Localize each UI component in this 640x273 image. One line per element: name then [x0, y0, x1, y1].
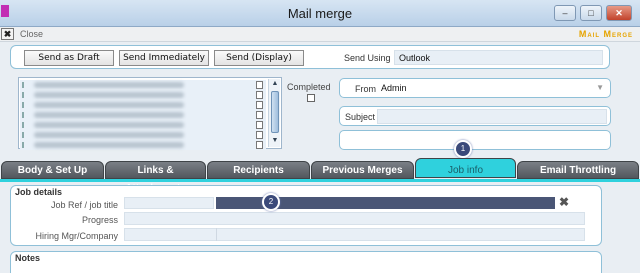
row-marker-icon: [22, 132, 27, 138]
from-label: From: [355, 84, 376, 94]
row-redacted-text: [34, 112, 184, 118]
row-redacted-text: [34, 122, 184, 128]
tab-previous-merges[interactable]: Previous Merges: [311, 161, 414, 179]
completed-label: Completed: [287, 82, 331, 92]
row-redacted-text: [34, 142, 184, 148]
scroll-down-icon[interactable]: ▼: [271, 137, 279, 145]
send-display-button[interactable]: Send (Display): [214, 50, 304, 66]
send-toolbar: Send as Draft Send Immediately Send (Dis…: [10, 45, 610, 69]
step-badge-1: 1: [454, 140, 472, 158]
row-marker-icon: [22, 122, 27, 128]
row-checkbox[interactable]: [256, 141, 263, 149]
subject-row: Subject: [339, 106, 611, 126]
title-bar: Mail merge – □ ✕: [0, 0, 640, 27]
row-checkbox[interactable]: [256, 81, 263, 89]
progress-field[interactable]: [124, 212, 585, 225]
list-item[interactable]: [20, 120, 266, 130]
job-ref-field[interactable]: [124, 197, 214, 209]
row-redacted-text: [34, 132, 184, 138]
notes-section: Notes: [10, 251, 602, 273]
close-icon[interactable]: ✖: [1, 28, 14, 40]
tab-body-setup[interactable]: Body & Set Up: [1, 161, 104, 179]
tab-email-throttling[interactable]: Email Throttling: [517, 161, 639, 179]
chevron-down-icon[interactable]: ▼: [596, 83, 604, 92]
tab-links-attachments[interactable]: Links & Attachments: [105, 161, 206, 194]
notes-title: Notes: [15, 253, 41, 263]
send-using-label: Send Using: [344, 53, 391, 63]
maximize-button[interactable]: □: [580, 5, 602, 21]
row-marker-icon: [22, 92, 27, 98]
list-item[interactable]: [20, 110, 266, 120]
recipient-list[interactable]: ▲ ▼: [18, 77, 282, 150]
row-checkbox[interactable]: [256, 121, 263, 129]
progress-label: Progress: [81, 215, 118, 225]
extra-field-row[interactable]: [339, 130, 611, 150]
row-marker-icon: [22, 102, 27, 108]
list-item[interactable]: [20, 90, 266, 100]
list-item[interactable]: [20, 130, 266, 140]
tab-bar: Body & Set Up Links & Attachments Recipi…: [0, 158, 640, 194]
list-item[interactable]: [20, 100, 266, 110]
job-ref-label: Job Ref / job title: [50, 200, 118, 210]
row-checkbox[interactable]: [256, 101, 263, 109]
minimize-button[interactable]: –: [554, 5, 576, 21]
subject-label: Subject: [345, 112, 376, 122]
tab-underline: [0, 179, 640, 182]
scroll-up-icon[interactable]: ▲: [271, 80, 279, 88]
row-redacted-text: [34, 82, 184, 88]
from-row: From Admin ▼: [339, 78, 611, 98]
list-scrollbar[interactable]: ▲ ▼: [268, 79, 280, 147]
hiring-divider: [216, 228, 217, 241]
tab-job-info[interactable]: Job info: [415, 158, 516, 178]
send-using-field[interactable]: Outlook: [394, 50, 603, 65]
row-marker-icon: [22, 142, 27, 148]
brand-label: Mail Merge: [578, 29, 633, 39]
row-marker-icon: [22, 112, 27, 118]
list-item[interactable]: [20, 80, 266, 90]
row-redacted-text: [34, 102, 184, 108]
hiring-field[interactable]: [124, 228, 585, 241]
subject-input[interactable]: [377, 109, 607, 124]
clear-icon[interactable]: ✖: [559, 195, 569, 209]
close-strip: ✖ Close Mail Merge: [0, 27, 640, 42]
close-label[interactable]: Close: [20, 29, 43, 39]
row-marker-icon: [22, 82, 27, 88]
row-checkbox[interactable]: [256, 111, 263, 119]
send-as-draft-button[interactable]: Send as Draft: [24, 50, 114, 66]
list-item[interactable]: [20, 140, 266, 150]
row-redacted-text: [34, 92, 184, 98]
window-title: Mail merge: [287, 6, 353, 21]
hiring-label: Hiring Mgr/Company: [35, 231, 118, 241]
step-badge-2: 2: [262, 193, 280, 211]
send-immediately-button[interactable]: Send Immediately: [119, 50, 209, 66]
tab-recipients[interactable]: Recipients: [207, 161, 310, 179]
from-select[interactable]: Admin: [377, 81, 607, 96]
scroll-thumb[interactable]: [271, 91, 279, 133]
job-details-title: Job details: [15, 187, 63, 197]
row-checkbox[interactable]: [256, 91, 263, 99]
row-checkbox[interactable]: [256, 131, 263, 139]
window-close-button[interactable]: ✕: [606, 5, 632, 21]
completed-checkbox[interactable]: [307, 94, 315, 102]
